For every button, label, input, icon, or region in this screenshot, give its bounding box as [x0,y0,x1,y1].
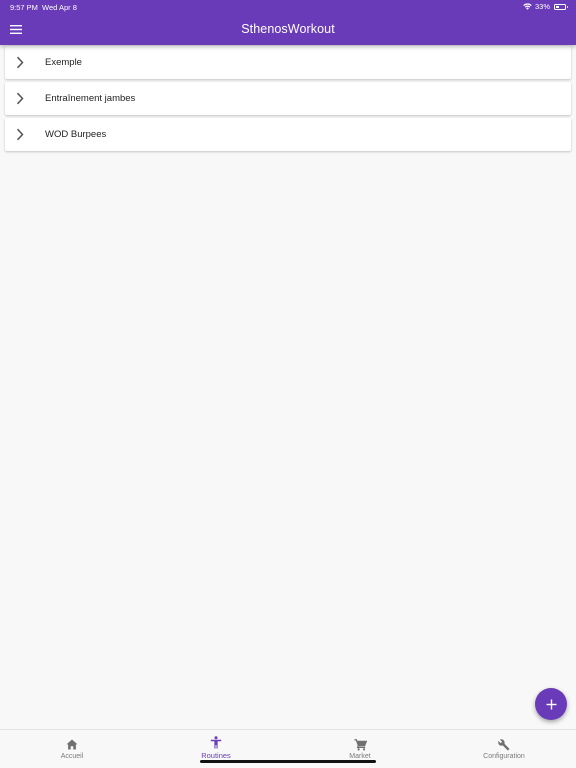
chevron-right-icon [16,56,24,69]
chevron-right-icon [16,128,24,141]
nav-label: Configuration [483,753,525,760]
nav-label: Market [349,753,371,760]
routine-item-exemple[interactable]: Exemple [5,46,571,79]
nav-item-accueil[interactable]: Accueil [0,730,144,760]
status-bar: 9:57 PM Wed Apr 8 33% [0,0,576,14]
person-icon [210,736,222,749]
routine-item-entrainement-jambes[interactable]: Entraînement jambes [5,82,571,115]
battery-percentage: 33% [534,2,550,11]
routine-label: Exemple [45,57,82,68]
wifi-icon [523,3,532,10]
routine-item-wod-burpees[interactable]: WOD Burpees [5,118,571,151]
nav-item-configuration[interactable]: Configuration [432,730,576,760]
nav-label: Routines [201,751,231,760]
status-indicators: 33% [523,2,568,11]
routine-label: Entraînement jambes [45,93,136,104]
battery-level-fill [556,5,560,8]
chevron-right-icon [16,92,24,105]
routine-label: WOD Burpees [45,129,107,140]
app-bar: 9:57 PM Wed Apr 8 33% SthenosWorkout [0,0,576,45]
add-routine-button[interactable] [535,688,567,720]
home-indicator [200,760,376,763]
status-time: 9:57 PM [10,3,38,12]
plus-icon [546,699,557,710]
wrench-icon [498,738,510,751]
cart-icon [354,738,367,751]
status-date: Wed Apr 8 [42,3,77,12]
nav-item-routines[interactable]: Routines [144,730,288,760]
routine-list: Exemple Entraînement jambes WOD Burpees [5,46,571,154]
nav-label: Accueil [60,753,84,760]
page-title: SthenosWorkout [241,22,335,36]
battery-icon [554,3,568,10]
nav-item-market[interactable]: Market [288,730,432,760]
home-icon [66,738,78,751]
